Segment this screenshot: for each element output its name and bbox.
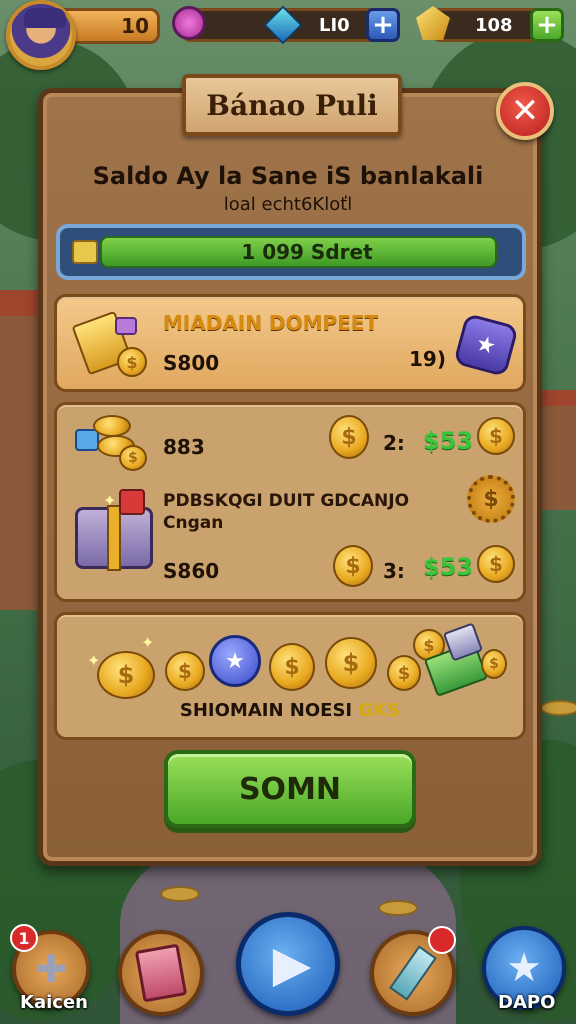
ground-coin	[540, 700, 576, 716]
progress-label: 1 099 Sdret	[241, 240, 373, 264]
coin-icon: $	[325, 637, 377, 689]
coin-icon: $	[119, 445, 147, 471]
notification-badge	[428, 926, 456, 954]
offer-value: 19)	[409, 347, 446, 371]
close-icon: ✕	[510, 91, 540, 131]
gem-count: LI0	[319, 15, 350, 36]
star-icon: ★	[506, 945, 542, 991]
coin-stack-icon	[93, 415, 131, 437]
blue-gem-icon	[75, 429, 99, 451]
coin-icon: $	[477, 417, 515, 455]
sparkle-icon: ✦	[141, 633, 155, 652]
nav-label-1: Kaicen	[20, 992, 88, 1013]
rewards-label-highlight: GKS	[358, 700, 401, 721]
ground-coin	[378, 900, 418, 916]
ticket-icon	[72, 240, 98, 264]
top-resource-bar: 10 LI0 + 108 +	[0, 0, 576, 70]
red-gem-icon	[119, 489, 145, 515]
panel-title: Bánao Puli	[182, 74, 402, 136]
player-avatar[interactable]	[6, 0, 76, 70]
ground-coin	[160, 886, 200, 902]
gold-count: 108	[475, 15, 513, 36]
progress-bar: 1 099 Sdret	[56, 224, 526, 280]
puzzle-piece-icon: ✚	[35, 947, 67, 991]
nav-button-2[interactable]	[118, 930, 204, 1016]
offer-price: S860	[163, 559, 220, 583]
coin-icon: $	[117, 347, 147, 377]
offer-qty: 2:	[383, 431, 405, 455]
offer-price: 883	[163, 435, 205, 459]
nav-label-5: DAPO	[498, 992, 556, 1013]
book-icon	[134, 943, 188, 1003]
add-gold-button[interactable]: +	[530, 8, 564, 42]
pink-gem-icon	[172, 6, 206, 40]
gear-coin-icon: $	[467, 475, 515, 523]
sword-icon	[389, 945, 437, 1001]
offer-price: S800	[163, 351, 220, 375]
star-badge-icon: ★	[453, 312, 519, 378]
offer-card-1[interactable]: $ MIADAIN DOMPEET S800 19) ★	[54, 294, 526, 392]
panel-heading: Saldo Ay la Sane iS banlakali	[92, 162, 484, 190]
coin-icon: $	[481, 649, 507, 679]
confirm-button[interactable]: SOMN	[164, 750, 416, 828]
coin-icon: $	[329, 415, 369, 459]
coin-icon: $	[333, 545, 373, 587]
chest-band	[107, 505, 121, 571]
coin-icon: $	[165, 651, 205, 691]
coin-pile-icon: $	[97, 651, 155, 699]
offer-cash: $53	[423, 553, 474, 581]
offer-title-line2: Cngan	[163, 513, 224, 533]
blue-star-coin-icon: ★	[209, 635, 261, 687]
avatar-hat-icon	[24, 8, 66, 28]
offer-qty: 3:	[383, 559, 405, 583]
offer-title: MIADAIN DOMPEET	[163, 311, 379, 335]
notification-badge: 1	[10, 924, 38, 952]
purple-gem-icon	[115, 317, 137, 335]
play-icon: ▶	[272, 935, 312, 993]
level-value: 10	[121, 14, 149, 38]
offer-card-2[interactable]: $ 883 $ 2: $53 $ ✦ PDBSKQGI DUIT GDCANJO…	[54, 402, 526, 602]
play-button[interactable]: ▶	[236, 912, 340, 1016]
coin-icon: $	[477, 545, 515, 583]
gold-resource-bar: 108	[432, 8, 542, 42]
coin-icon: $	[387, 655, 421, 691]
offer-cash: $53	[423, 427, 474, 455]
coin-icon: $	[269, 643, 315, 691]
rewards-label-main: SHIOMAIN NOESI	[179, 700, 353, 721]
rewards-label: SHIOMAIN NOESI GKS	[56, 700, 524, 721]
jungle-hut	[536, 390, 576, 510]
add-gems-button[interactable]: +	[366, 8, 400, 42]
offer-title-line1: PDBSKQGI DUIT GDCANJO	[163, 491, 410, 511]
close-button[interactable]: ✕	[496, 82, 554, 140]
panel-subheading: loal echt6Kloťl	[223, 194, 353, 215]
